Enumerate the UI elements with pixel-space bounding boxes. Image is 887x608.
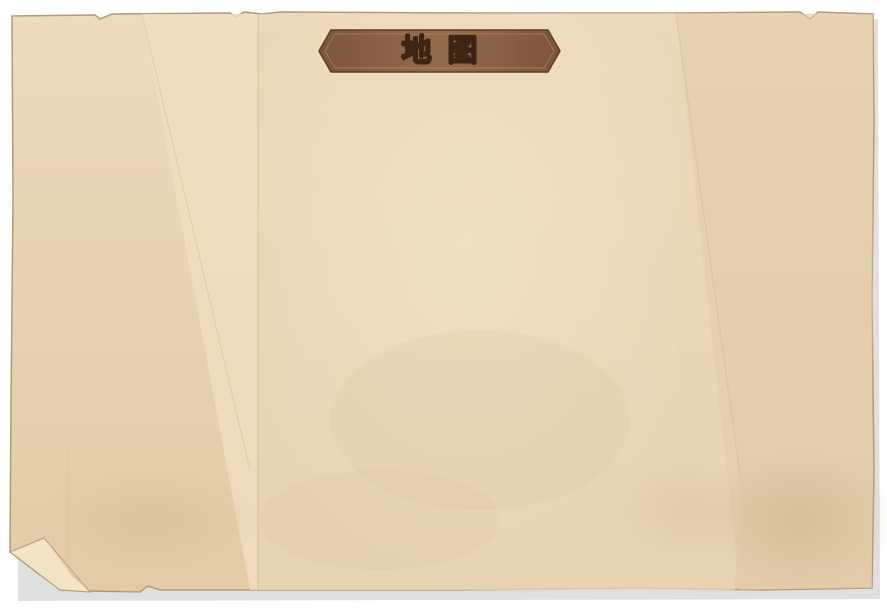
map-title: 地图 <box>401 32 494 68</box>
map-panel: 地图 <box>0 0 887 608</box>
parchment-background <box>8 11 887 601</box>
title-banner: 地图 <box>313 27 566 75</box>
